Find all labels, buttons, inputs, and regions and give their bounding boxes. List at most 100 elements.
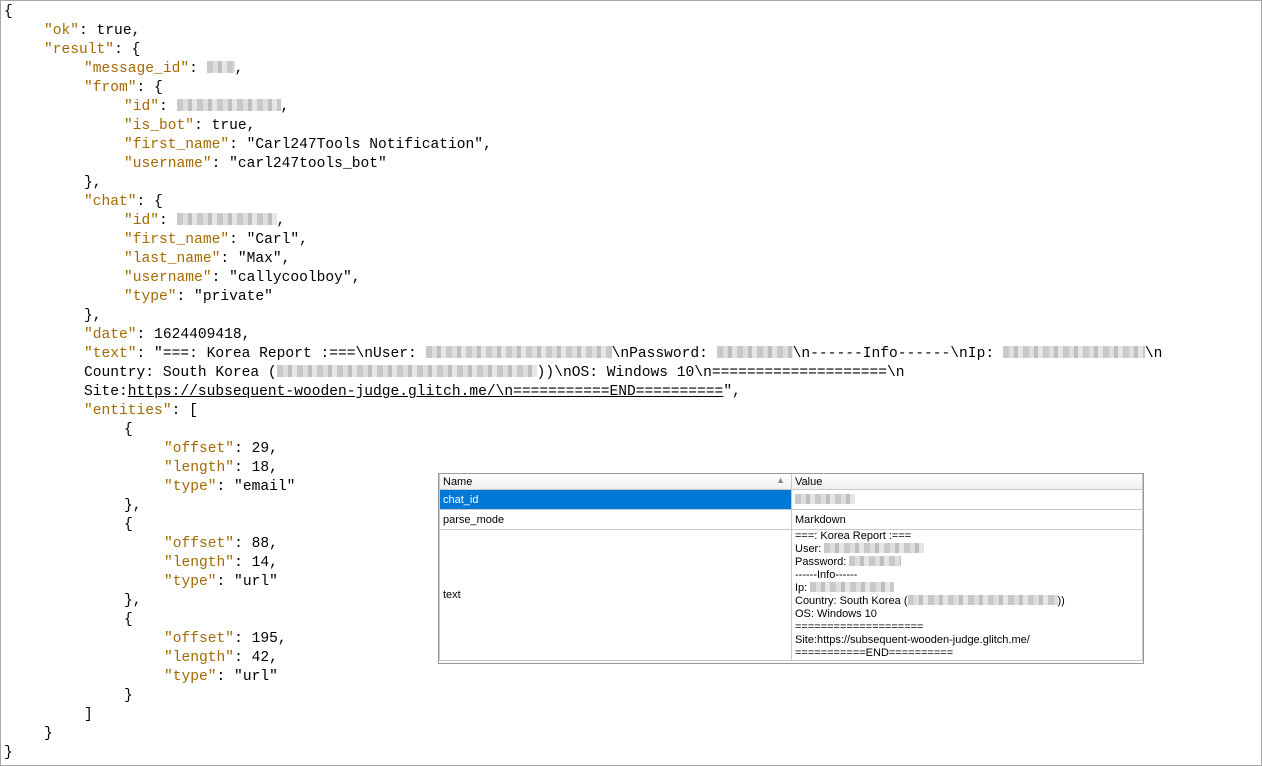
json-line: "id": , [4, 212, 1162, 231]
json-line: "username": "callycoolboy", [4, 269, 1162, 288]
json-key: "last_name" [124, 251, 221, 267]
json-line: Site:https://subsequent-wooden-judge.gli… [4, 383, 1162, 402]
json-key: "date" [84, 327, 137, 343]
grid-cell-name: chat_id [439, 489, 792, 510]
json-line: "ok": true, [4, 22, 1162, 41]
json-key: "length" [164, 460, 235, 476]
text-value-line: User: [795, 543, 1139, 556]
json-text-segment: }, [124, 498, 142, 514]
grid-cell-value[interactable] [791, 489, 1143, 510]
json-text-segment: { [124, 517, 133, 533]
json-text-segment: { [124, 422, 133, 438]
json-text-segment: : "Max", [220, 251, 291, 267]
json-key: "is_bot" [124, 118, 195, 134]
json-text-segment: : 18, [234, 460, 278, 476]
json-key: "text" [84, 346, 137, 362]
json-line: "message_id": , [4, 60, 1162, 79]
json-line: "text": "===: Korea Report :===\nUser: \… [4, 345, 1162, 364]
redacted-value [824, 543, 925, 553]
json-key: "first_name" [124, 137, 230, 153]
json-line: { [4, 3, 1162, 22]
json-text-segment: : true, [194, 118, 256, 134]
json-key: "ok" [44, 23, 80, 39]
json-text-segment: ", [723, 384, 741, 400]
text-value-line: Site:https://subsequent-wooden-judge.gli… [795, 634, 1139, 647]
grid-cell-value-multiline[interactable]: ===: Korea Report :=== User: Password: --… [791, 529, 1143, 661]
grid-row-text[interactable]: text ===: Korea Report :=== User: Passwor… [439, 529, 1143, 661]
json-line: "from": { [4, 79, 1162, 98]
header-name-label: Name [443, 475, 473, 488]
json-text-segment: ] [84, 707, 93, 723]
json-key: "id" [124, 99, 160, 115]
json-text-segment: { [124, 612, 133, 628]
text-value-segment: ===========END========== [795, 647, 954, 659]
json-key: "length" [164, 650, 235, 666]
json-line: "type": "url" [4, 668, 1162, 687]
json-text-segment: : [159, 213, 177, 229]
json-text-segment: }, [84, 308, 102, 324]
text-value-line: OS: Windows 10 [795, 608, 1139, 621]
json-text-segment: : 29, [234, 441, 278, 457]
json-key: "type" [124, 289, 177, 305]
json-text-segment: \n [1144, 346, 1163, 362]
redacted-value [849, 556, 902, 566]
column-header-name[interactable]: Name ▲ [439, 474, 792, 490]
text-value-line: ------Info------ [795, 569, 1139, 582]
json-text-segment: } [4, 745, 13, 761]
json-key: "username" [124, 270, 212, 286]
json-text-segment: : 88, [234, 536, 278, 552]
json-text-segment: : true, [79, 23, 141, 39]
text-value-segment: Password: [795, 556, 850, 568]
json-key: "type" [164, 574, 217, 590]
text-value-line: ==================== [795, 621, 1139, 634]
json-text-segment: : 42, [234, 650, 278, 666]
json-line: "type": "private" [4, 288, 1162, 307]
json-key: "offset" [164, 631, 235, 647]
text-value-segment: User: [795, 543, 825, 555]
json-text-segment: : [189, 61, 207, 77]
text-value-lines: ===: Korea Report :=== User: Password: --… [795, 530, 1139, 660]
json-text-segment: : 195, [234, 631, 287, 647]
column-header-value[interactable]: Value [791, 474, 1143, 490]
redacted-value [276, 365, 537, 377]
json-key: "offset" [164, 441, 235, 457]
text-value-line: ===========END========== [795, 647, 1139, 660]
text-value-segment: OS: Windows 10 [795, 608, 877, 620]
redacted-value [425, 346, 612, 358]
text-value-line: Password: [795, 556, 1139, 569]
json-key: "from" [84, 80, 137, 96]
json-text-segment: : "callycoolboy", [211, 270, 361, 286]
properties-grid[interactable]: Name ▲ Value chat_id parse_mode Markdown … [438, 473, 1144, 664]
json-line: Country: South Korea ())\nOS: Windows 10… [4, 364, 1162, 383]
json-text-segment: : [159, 99, 177, 115]
json-text-segment: : "===: Korea Report :===\nUser: [136, 346, 426, 362]
text-value-segment: ==================== [795, 621, 924, 633]
json-text-segment: : "Carl", [229, 232, 308, 248]
json-key: "message_id" [84, 61, 190, 77]
json-text-segment: : "email" [216, 479, 296, 495]
json-key: "result" [44, 42, 115, 58]
text-value-line: ===: Korea Report :=== [795, 530, 1139, 543]
grid-cell-name: parse_mode [439, 509, 792, 530]
json-key: "offset" [164, 536, 235, 552]
json-text-segment: : [ [171, 403, 198, 419]
text-value-segment: Country: South Korea ( [795, 595, 908, 607]
json-line: "is_bot": true, [4, 117, 1162, 136]
grid-cell-value[interactable]: Markdown [791, 509, 1143, 530]
redacted-value [176, 213, 277, 225]
json-text-segment: , [280, 99, 290, 115]
json-text-segment: : 14, [234, 555, 278, 571]
json-text-segment: Country: South Korea ( [84, 365, 277, 381]
json-text-segment: : "url" [216, 574, 278, 590]
json-line: } [4, 744, 1162, 763]
json-text-segment: : { [136, 80, 163, 96]
grid-row-chat-id[interactable]: chat_id [439, 489, 1143, 510]
json-line: }, [4, 307, 1162, 326]
json-text-segment: { [4, 4, 13, 20]
grid-row-parse-mode[interactable]: parse_mode Markdown [439, 509, 1143, 530]
json-line: "last_name": "Max", [4, 250, 1162, 269]
json-key: "id" [124, 213, 160, 229]
json-line: } [4, 687, 1162, 706]
json-text-segment: : { [136, 194, 163, 210]
sort-ascending-icon: ▲ [776, 475, 785, 485]
